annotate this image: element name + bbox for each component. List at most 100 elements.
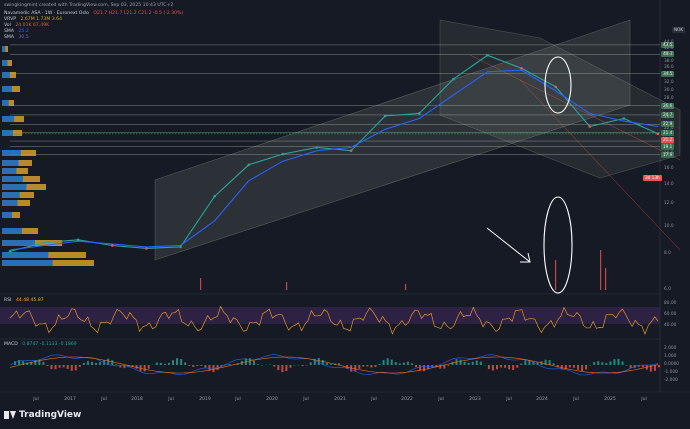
- currency-label[interactable]: NOK: [672, 27, 685, 33]
- macd-legend[interactable]: MACD 0.8747 -0.1133 -0.1869: [4, 342, 80, 347]
- sma1-value: 25.2: [19, 29, 29, 34]
- time-axis-label: 2021: [334, 397, 346, 402]
- macd-histogram-bar: [508, 365, 510, 369]
- sma1-legend[interactable]: SMA 25.2: [4, 29, 32, 34]
- macd-histogram-bar: [577, 365, 579, 370]
- macd-histogram-bar: [605, 363, 607, 365]
- volume-profile-bar: [2, 192, 20, 198]
- macd-histogram-bar: [622, 362, 624, 365]
- symbol-name[interactable]: Navamedic ASA · 1W · Euronext Oslo: [4, 11, 89, 16]
- macd-histogram-bar: [597, 361, 599, 365]
- macd-histogram-bar: [330, 364, 332, 365]
- watermark-text: swingkingmint created with TradingView.c…: [4, 3, 173, 8]
- macd-histogram-bar: [488, 365, 490, 369]
- volume-profile-bar: [2, 160, 19, 166]
- volume-bar: [605, 268, 606, 290]
- macd-histogram-bar: [83, 363, 85, 365]
- macd-histogram-bar: [188, 365, 190, 366]
- vrvp-label: VRVP: [4, 17, 16, 22]
- sma2-label: SMA: [4, 35, 14, 40]
- price-tick-label: 10.0: [664, 224, 674, 229]
- volume-bar: [286, 282, 287, 290]
- price-tick-label: 32.0: [664, 80, 674, 85]
- volume-profile-bar: [10, 72, 16, 78]
- volume-profile-bar: [2, 212, 12, 218]
- macd-histogram-bar: [354, 365, 356, 371]
- macd-histogram-bar: [253, 361, 255, 365]
- macd-histogram-bar: [115, 364, 117, 365]
- volume-legend[interactable]: Vol 24.01K 67.49K: [4, 23, 52, 28]
- volume-bar: [555, 260, 556, 290]
- sma2-legend[interactable]: SMA 30.5: [4, 35, 32, 40]
- macd-histogram-bar: [593, 362, 595, 365]
- price-point: [282, 153, 285, 156]
- time-axis-label: Jul: [235, 397, 241, 402]
- macd-histogram-bar: [589, 365, 591, 366]
- macd-histogram-bar: [379, 364, 381, 365]
- tradingview-logo[interactable]: TradingView: [4, 410, 81, 420]
- volume-profile-bar: [2, 228, 22, 234]
- macd-histogram-bar: [411, 363, 413, 365]
- macd-histogram-bar: [67, 365, 69, 369]
- macd-histogram-bar: [79, 365, 81, 367]
- macd-histogram-bar: [51, 365, 53, 369]
- price-point: [418, 112, 421, 115]
- macd-tick-label: 0.0000: [664, 362, 679, 367]
- time-axis-label: 2019: [199, 397, 211, 402]
- volume-profile-bar: [2, 150, 21, 156]
- macd-histogram-bar: [192, 365, 194, 367]
- time-axis-label: 2018: [131, 397, 143, 402]
- macd-histogram-bar: [524, 360, 526, 365]
- macd-histogram-bar: [447, 365, 449, 366]
- macd-values: 0.8747 -0.1133 -0.1869: [22, 342, 76, 347]
- macd-histogram-bar: [257, 364, 259, 365]
- macd-histogram-bar: [204, 365, 206, 368]
- price-point: [554, 86, 557, 89]
- time-axis-label: Jul: [303, 397, 309, 402]
- macd-histogram-bar: [55, 365, 57, 369]
- time-axis-label: 2024: [536, 397, 548, 402]
- rsi-legend[interactable]: RSI 44.48 45.87: [4, 298, 47, 303]
- volume-profile-bar: [2, 252, 48, 258]
- macd-histogram-bar: [658, 365, 660, 367]
- volume-profile-bar: [26, 184, 46, 190]
- price-chart[interactable]: [0, 0, 690, 425]
- volume-profile-bar: [2, 100, 9, 106]
- volume-profile-bar: [20, 192, 34, 198]
- symbol-line: Navamedic ASA · 1W · Euronext Oslo O21.7…: [4, 11, 186, 16]
- volume-bar: [600, 250, 601, 290]
- sma1-label: SMA: [4, 29, 14, 34]
- macd-histogram-bar: [144, 365, 146, 371]
- time-axis-label: Jul: [573, 397, 579, 402]
- price-tick-label: 28.0: [664, 96, 674, 101]
- time-axis-label: 2022: [401, 397, 413, 402]
- macd-histogram-bar: [172, 360, 174, 365]
- countdown-tag: 3d 13h: [643, 175, 662, 181]
- time-axis-label: Jul: [641, 397, 647, 402]
- volume-profile-bar: [16, 168, 28, 174]
- tradingview-logo-icon: [4, 411, 16, 419]
- macd-histogram-bar: [553, 363, 555, 365]
- volume-profile-bar: [2, 46, 5, 52]
- macd-histogram-bar: [585, 365, 587, 369]
- macd-histogram-bar: [75, 365, 77, 370]
- macd-histogram-bar: [87, 361, 89, 365]
- macd-histogram-bar: [415, 365, 417, 367]
- rsi-tick-label: 80.00: [664, 301, 676, 306]
- volume-profile-bar: [2, 86, 12, 92]
- price-tick-label: 24.0: [664, 115, 674, 120]
- price-point: [43, 241, 46, 244]
- macd-histogram-bar: [318, 358, 320, 365]
- vrvp-legend[interactable]: VRVP 2.67M 1.73M 3.64: [4, 17, 65, 22]
- macd-histogram-bar: [196, 365, 198, 366]
- macd-histogram-bar: [42, 362, 44, 365]
- time-axis-label: Jul: [506, 397, 512, 402]
- macd-histogram-bar: [176, 358, 178, 365]
- volume-profile-bar: [8, 60, 13, 66]
- price-point: [384, 115, 387, 118]
- price-point: [179, 246, 182, 249]
- macd-histogram-bar: [516, 365, 518, 368]
- price-point: [247, 164, 250, 167]
- macd-histogram-bar: [581, 365, 583, 371]
- macd-histogram-bar: [500, 365, 502, 368]
